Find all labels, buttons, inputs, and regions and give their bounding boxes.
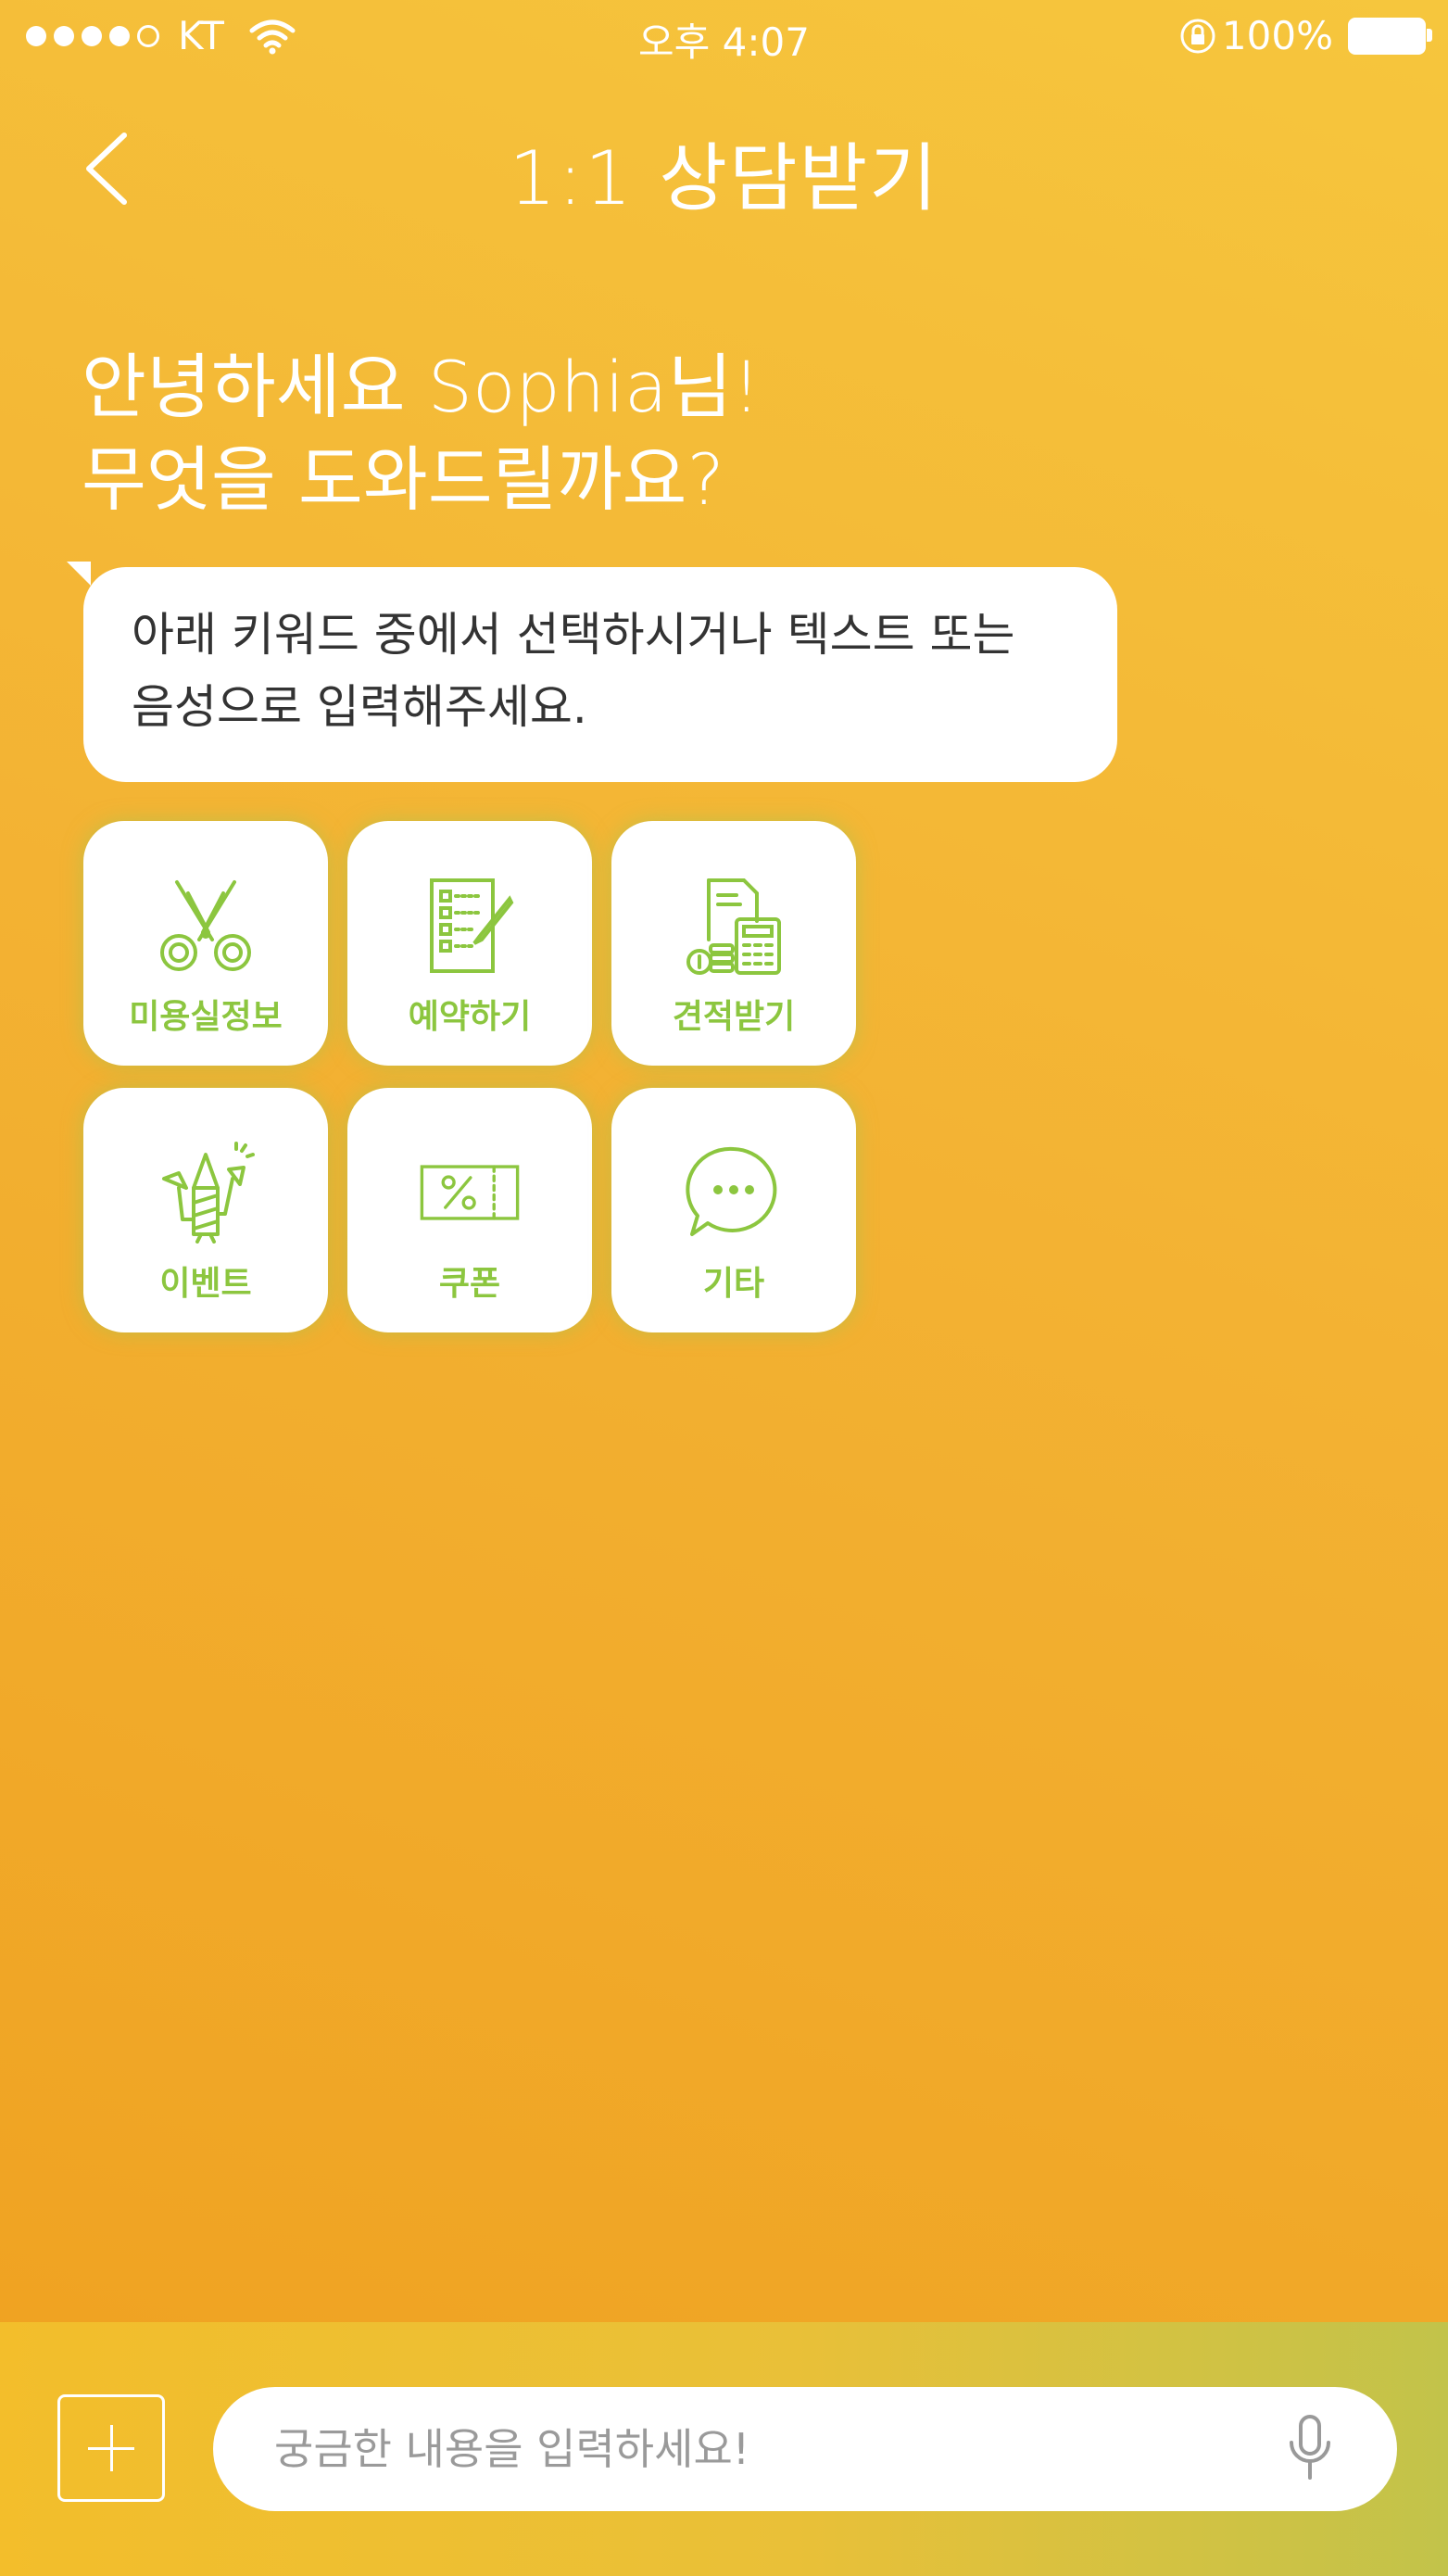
greeting-line-2: 무엇을 도와드릴까요?	[82, 438, 724, 521]
keyword-reservation[interactable]: 예약하기	[347, 821, 592, 1066]
status-bar: KT 오후 4:07 100%	[0, 0, 1448, 74]
rotation-lock-icon	[1180, 19, 1215, 53]
scissors-icon	[160, 880, 251, 971]
plus-icon[interactable]	[57, 2394, 165, 2502]
chat-bubble-icon	[686, 1146, 777, 1236]
message-input[interactable]	[213, 2387, 1397, 2511]
keyword-label: 쿠폰	[438, 1265, 501, 1303]
greeting-line-1: 안녕하세요 Sophia님!	[82, 346, 761, 428]
bubble-tail	[67, 562, 91, 586]
greeting: 안녕하세요 Sophia님! 무엇을 도와드릴까요?	[82, 341, 761, 526]
page-title: 1:1 상담받기	[509, 135, 939, 221]
keyword-label: 예약하기	[408, 998, 532, 1036]
keyword-grid: 미용실정보 예약하기 견적받기 이벤트 쿠폰 기타	[83, 821, 856, 1332]
microphone-icon[interactable]	[1282, 2411, 1338, 2485]
calculator-icon	[686, 878, 781, 975]
keyword-label: 미용실정보	[129, 998, 283, 1036]
keyword-label: 기타	[702, 1265, 765, 1303]
status-right: 100%	[1179, 13, 1432, 58]
battery-percent: 100%	[1221, 13, 1333, 58]
message-line-1: 아래 키워드 중에서 선택하시거나 텍스트 또는	[132, 608, 1015, 662]
keyword-label: 견적받기	[672, 998, 796, 1036]
coupon-icon	[420, 1165, 520, 1220]
battery-icon	[1348, 17, 1432, 55]
keyword-etc[interactable]: 기타	[611, 1088, 856, 1332]
input-bar	[0, 2322, 1448, 2576]
message-line-2: 음성으로 입력해주세요.	[132, 680, 587, 734]
chat-screen: KT 오후 4:07 100% 1:1 상담받기 안녕하세요 Sophia님! …	[0, 0, 1448, 2576]
keyword-label: 이벤트	[159, 1265, 252, 1303]
checklist-icon	[430, 878, 514, 973]
keyword-event[interactable]: 이벤트	[83, 1088, 328, 1332]
keyword-coupon[interactable]: 쿠폰	[347, 1088, 592, 1332]
keyword-estimate[interactable]: 견적받기	[611, 821, 856, 1066]
fireworks-icon	[162, 1142, 255, 1244]
keyword-salon-info[interactable]: 미용실정보	[83, 821, 328, 1066]
bot-message-bubble: 아래 키워드 중에서 선택하시거나 텍스트 또는 음성으로 입력해주세요.	[83, 567, 1117, 782]
